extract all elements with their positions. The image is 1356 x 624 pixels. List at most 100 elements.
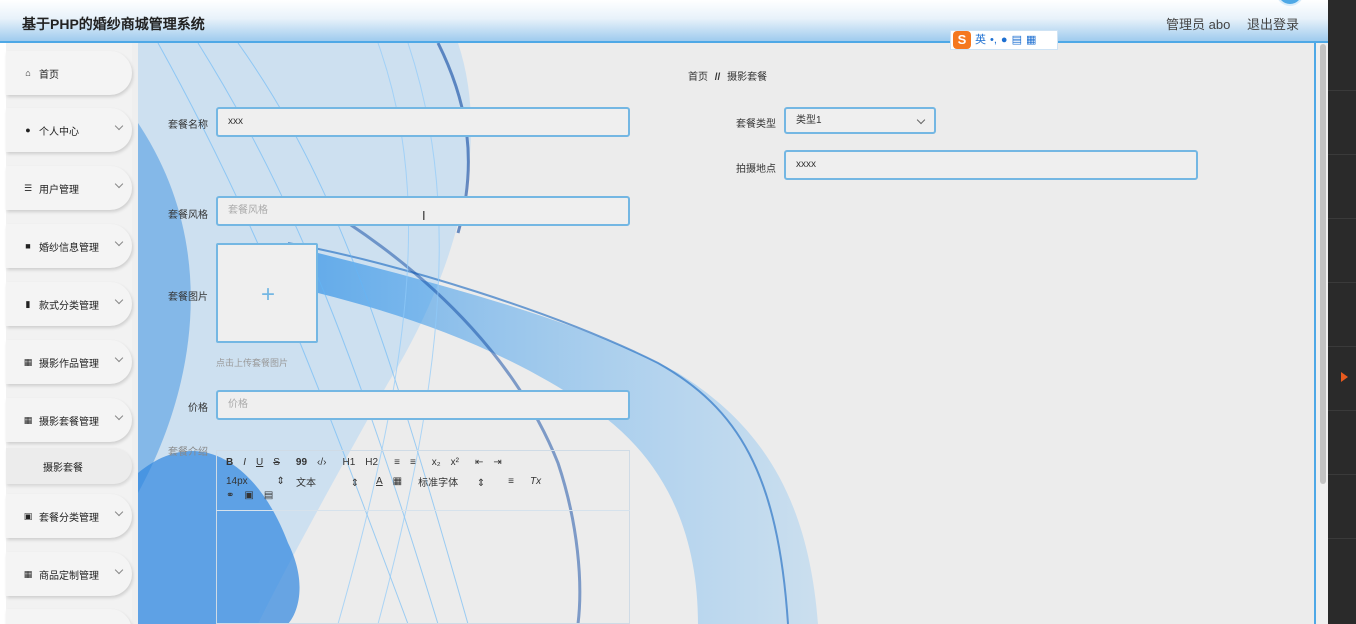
h1-button[interactable]: H1 [343,457,356,468]
current-user-label: 管理员 abo [1166,17,1231,32]
package-name-input[interactable]: xxx [216,107,630,137]
chevron-down-icon [114,295,124,305]
top-header: 基于PHP的婚纱商城管理系统 管理员 abo 退出登录 [0,0,1328,43]
text-cursor-icon: I [422,208,426,223]
italic-button[interactable]: I [243,457,246,468]
link-icon[interactable]: ⚭ [226,490,234,501]
text-type-select[interactable]: 文本 ⇕ [296,474,366,489]
breadcrumb: 首页 // 摄影套餐 [688,68,767,83]
font-color-icon[interactable]: A [376,476,383,487]
sidebar-item-label: 婚纱信息管理 [39,242,99,254]
sidebar-item-style-category[interactable]: ▮ 款式分类管理 [6,282,132,326]
logout-button[interactable]: 退出登录 [1247,14,1299,33]
sidebar-item-label: 摄影作品管理 [39,358,99,370]
ime-toolbar[interactable]: S 英 •, ● ▤ ▦ [950,30,1058,50]
plus-icon: + [261,281,276,308]
superscript-button[interactable]: x² [451,457,459,468]
strike-button[interactable]: S [273,457,280,468]
breadcrumb-home[interactable]: 首页 [688,72,708,83]
align-icon[interactable]: ≡ [508,476,514,487]
clear-format-button[interactable]: Tx [530,476,541,487]
sidebar-item-label: 商品定制管理 [39,570,99,582]
h2-button[interactable]: H2 [365,457,378,468]
sidebar-item-wedding-dress[interactable]: ■ 婚纱信息管理 [6,224,132,268]
background-color-icon[interactable]: ▦ [393,476,402,487]
underline-button[interactable]: U [256,457,263,468]
code-button[interactable]: ‹/› [317,457,326,468]
apps-icon[interactable]: ▦ [1026,31,1036,49]
microphone-icon[interactable]: ● [1001,31,1008,49]
scrollbar-thumb[interactable] [1320,44,1326,484]
sidebar-item-label: 摄影套餐管理 [39,416,99,428]
content-border [1314,43,1316,624]
updown-icon: ⇕ [476,478,486,489]
play-arrow-icon[interactable] [1341,372,1348,382]
avatar[interactable] [1276,0,1304,6]
font-size-select[interactable]: 14px ⇕ [226,476,286,487]
sidebar-item-more[interactable] [6,609,132,624]
image-icon[interactable]: ▣ [244,490,253,501]
package-type-value: 类型1 [796,115,822,126]
font-family-select[interactable]: 标准字体 ⇕ [418,474,498,489]
package-style-label: 套餐风格 [168,210,208,221]
sidebar-item-photo-packages[interactable]: ▦ 摄影套餐管理 [6,398,132,442]
sidebar-item-label: 个人中心 [39,126,79,138]
clipboard-icon: ▣ [23,510,33,521]
package-name-label: 套餐名称 [168,120,208,131]
blockquote-button[interactable]: 99 [296,457,307,468]
list-icon: ☰ [23,182,33,193]
app-title: 基于PHP的婚纱商城管理系统 [22,16,205,32]
editor-toolbar-row-1: B I U S 99 ‹/› H1 H2 ≡ ≡ x₂ x² ⇤ ⇥ [226,457,512,468]
sidebar-item-label: 款式分类管理 [39,300,99,312]
indent-button[interactable]: ⇥ [493,457,501,468]
bold-button[interactable]: B [226,457,233,468]
keyboard-icon[interactable]: ▤ [1012,31,1022,49]
sidebar-item-label: 套餐分类管理 [39,512,99,524]
editor-toolbar-row-3: ⚭ ▣ ▤ [226,490,283,501]
outdent-button[interactable]: ⇤ [475,457,483,468]
subscript-button[interactable]: x₂ [432,457,441,468]
sidebar-item-custom-products[interactable]: ▦ 商品定制管理 [6,552,132,596]
book-icon: ▮ [25,298,31,309]
updown-icon: ⇕ [276,476,285,487]
shooting-location-label: 拍摄地点 [736,164,776,175]
sidebar-item-users[interactable]: ☰ 用户管理 [6,166,132,210]
sidebar-subitem-photo-package[interactable]: 摄影套餐 [6,448,132,484]
package-type-select[interactable]: 类型1 [784,107,936,134]
sidebar-item-label: 首页 [39,69,59,81]
package-type-label: 套餐类型 [736,119,776,130]
sidebar-item-home[interactable]: ⌂ 首页 [6,51,132,95]
editor-toolbar-row-2: 14px ⇕ 文本 ⇕ A ▦ 标准字体 ⇕ ≡ Tx [226,474,551,489]
chevron-down-icon [114,565,124,575]
sidebar-item-profile[interactable]: ● 个人中心 [6,108,132,152]
video-icon[interactable]: ▤ [264,490,273,501]
grid-icon: ▦ [23,356,33,367]
breadcrumb-separator: // [714,72,721,83]
image-upload-hint: 点击上传套餐图片 [216,358,289,368]
sidebar-item-package-category[interactable]: ▣ 套餐分类管理 [6,494,132,538]
shooting-location-input[interactable]: xxxx [784,150,1198,180]
home-icon: ⌂ [25,68,31,78]
bullet-list-button[interactable]: ≡ [410,457,416,468]
chevron-down-icon [114,507,124,517]
chevron-down-icon [114,411,124,421]
updown-icon: ⇕ [350,478,360,489]
chevron-down-icon [114,237,124,247]
font-family-value: 标准字体 [418,478,459,489]
ime-mode[interactable]: 英 [975,31,986,49]
editor-divider [216,510,630,511]
chevron-down-icon [114,353,124,363]
sidebar-item-photo-works[interactable]: ▦ 摄影作品管理 [6,340,132,384]
chevron-down-icon [114,179,124,189]
breadcrumb-current: 摄影套餐 [727,72,768,83]
image-upload-box[interactable]: + [216,243,318,343]
ordered-list-button[interactable]: ≡ [394,457,400,468]
external-panel [1328,0,1356,624]
price-input[interactable]: 价格 [216,390,630,420]
ime-punct[interactable]: •, [990,31,997,49]
ime-logo-icon: S [953,31,971,49]
briefcase-icon: ■ [25,241,31,251]
person-icon: ● [25,125,31,135]
sidebar: ⌂ 首页 ● 个人中心 ☰ 用户管理 ■ 婚纱信息管理 ▮ 款式分类管理 ▦ 摄… [6,43,132,624]
chevron-down-icon [916,115,926,125]
